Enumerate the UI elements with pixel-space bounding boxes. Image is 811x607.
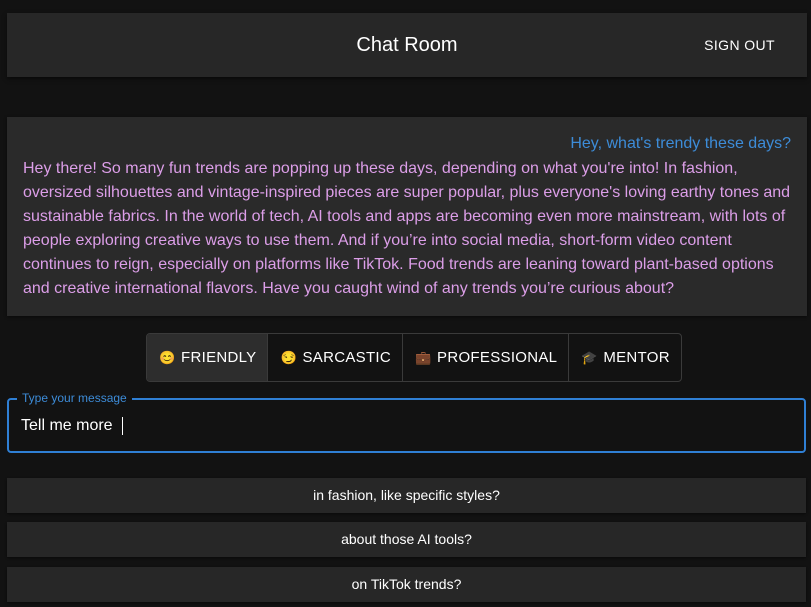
tone-label: SARCASTIC	[302, 349, 392, 366]
message-input[interactable]	[21, 412, 781, 440]
text-caret	[122, 417, 123, 435]
smiling-face-icon: 😊	[159, 349, 176, 365]
bot-message: Hey there! So many fun trends are poppin…	[23, 160, 791, 297]
tone-label: MENTOR	[603, 349, 670, 366]
smirking-face-icon: 😏	[280, 349, 297, 365]
tone-toggle-group: 😊 FRIENDLY 😏 SARCASTIC 💼 PROFESSIONAL 🎓 …	[146, 333, 682, 382]
briefcase-icon: 💼	[415, 349, 432, 365]
tone-sarcastic-button[interactable]: 😏 SARCASTIC	[268, 334, 404, 381]
app-bar: Chat Room SIGN OUT	[7, 13, 807, 77]
page-title: Chat Room	[356, 34, 458, 56]
graduation-cap-icon: 🎓	[581, 349, 598, 365]
tone-mentor-button[interactable]: 🎓 MENTOR	[569, 334, 681, 381]
tone-label: FRIENDLY	[181, 349, 257, 366]
chat-panel: Hey, what's trendy these days? Hey there…	[7, 117, 807, 316]
tone-friendly-button[interactable]: 😊 FRIENDLY	[147, 334, 269, 381]
message-field: Type your message	[7, 391, 806, 453]
suggestion-button[interactable]: in fashion, like specific styles?	[7, 478, 806, 513]
suggestion-button[interactable]: on TikTok trends?	[7, 567, 806, 602]
suggestion-button[interactable]: about those AI tools?	[7, 522, 806, 557]
tone-professional-button[interactable]: 💼 PROFESSIONAL	[403, 334, 570, 381]
sign-out-button[interactable]: SIGN OUT	[688, 29, 791, 61]
tone-label: PROFESSIONAL	[437, 349, 558, 366]
message-field-label: Type your message	[17, 391, 132, 405]
user-message: Hey, what's trendy these days?	[570, 135, 791, 152]
